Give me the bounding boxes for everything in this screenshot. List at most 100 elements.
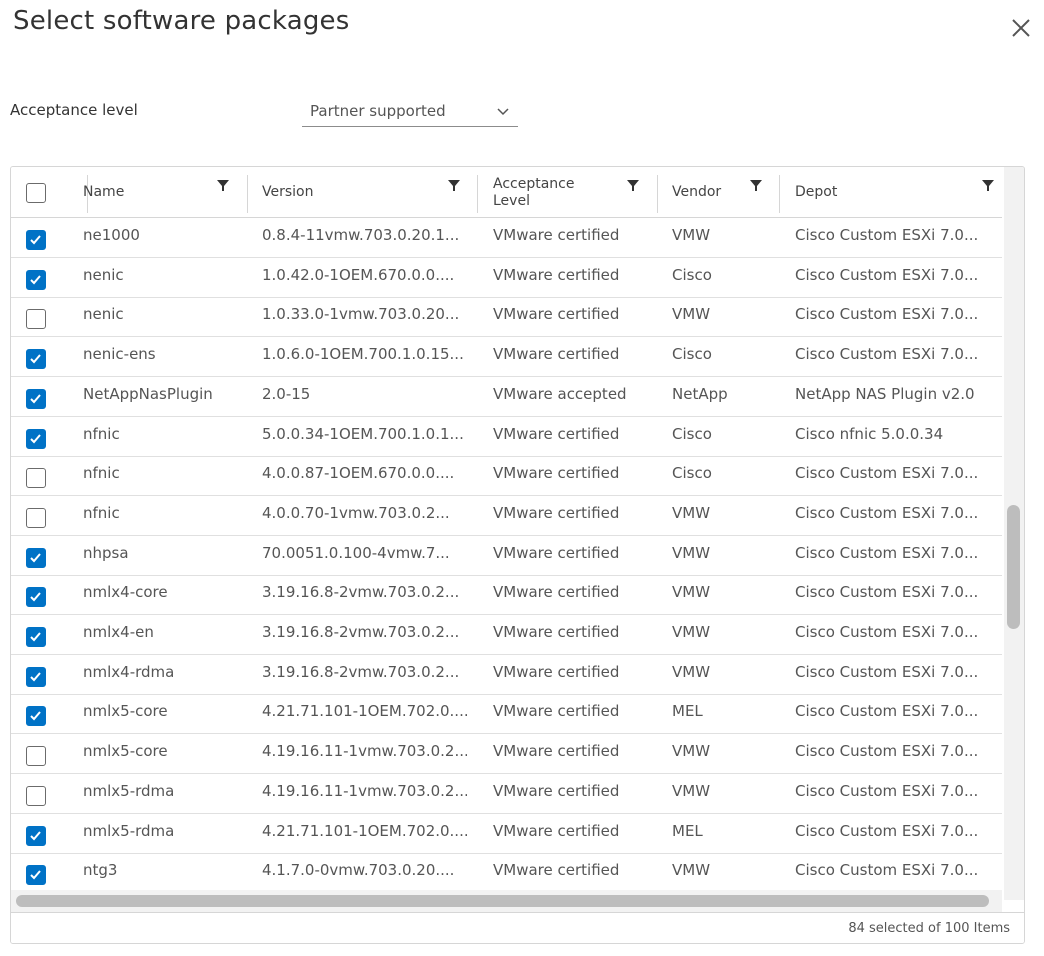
- table-row[interactable]: nenic-ens 1.0.6.0-1OEM.700.1.0.15... VMwar…: [11, 337, 1002, 378]
- row-checkbox[interactable]: [26, 706, 46, 727]
- acceptance-level-value: Partner supported: [310, 102, 446, 120]
- dialog-title: Select software packages: [13, 6, 350, 36]
- row-checkbox[interactable]: [26, 627, 46, 647]
- column-separator[interactable]: [247, 175, 248, 213]
- row-checkbox[interactable]: [26, 785, 46, 806]
- table-row[interactable]: nmlx5-rdma 4.19.16.11-1vmw.703.0.2... VMwa…: [11, 774, 1002, 814]
- cell-name: nmlx5-rdma: [83, 821, 175, 840]
- table-row[interactable]: nmlx5-rdma 4.21.71.101-1OEM.702.0.... VMwa…: [11, 814, 1002, 854]
- cell-version: 4.19.16.11-1vmw.703.0.2...: [262, 781, 467, 800]
- cell-vendor: Cisco: [672, 265, 712, 284]
- column-separator[interactable]: [779, 175, 780, 213]
- row-checkbox[interactable]: [26, 388, 46, 409]
- chevron-down-icon: [497, 108, 509, 116]
- row-checkbox[interactable]: [26, 587, 46, 608]
- column-header-version[interactable]: Version: [262, 167, 452, 217]
- row-checkbox[interactable]: [26, 547, 46, 568]
- row-checkbox[interactable]: [26, 666, 46, 687]
- cell-version: 3.19.16.8-2vmw.703.0.2...: [262, 662, 460, 681]
- cell-name: ntg3: [83, 861, 118, 880]
- column-separator[interactable]: [477, 175, 478, 213]
- column-header-name[interactable]: Name: [83, 167, 243, 217]
- cell-vendor: VMW: [672, 503, 711, 522]
- cell-acceptance: VMware certified: [493, 742, 620, 761]
- row-checkbox[interactable]: [26, 507, 46, 528]
- acceptance-level-label: Acceptance level: [10, 101, 138, 119]
- select-all-checkbox[interactable]: [26, 183, 46, 203]
- acceptance-level-select[interactable]: Partner supported: [302, 96, 518, 127]
- cell-version: 1.0.6.0-1OEM.700.1.0.15...: [262, 345, 464, 364]
- table-row[interactable]: nmlx4-rdma 3.19.16.8-2vmw.703.0.2... VMwar…: [11, 655, 1002, 695]
- filter-icon[interactable]: [750, 180, 762, 192]
- cell-version: 3.19.16.8-2vmw.703.0.2...: [262, 583, 460, 602]
- row-checkbox[interactable]: [26, 428, 46, 449]
- packages-datagrid: Name Version Acceptance Level Vendor Dep…: [10, 166, 1025, 944]
- row-checkbox[interactable]: [26, 468, 46, 489]
- table-row[interactable]: nhpsa 70.0051.0.100-4vmw.7... VMware certi…: [11, 536, 1002, 576]
- checkmark-icon: [30, 592, 41, 602]
- cell-name: nmlx5-core: [83, 702, 168, 721]
- table-row[interactable]: nfnic 4.0.0.87-1OEM.670.0.0.... VMware cer…: [11, 456, 1002, 497]
- row-checkbox[interactable]: [26, 269, 46, 290]
- table-row[interactable]: nenic 1.0.42.0-1OEM.670.0.0.... VMware cer…: [11, 258, 1002, 298]
- column-header-depot[interactable]: Depot: [795, 167, 975, 217]
- column-separator[interactable]: [657, 175, 658, 213]
- cell-vendor: Cisco: [672, 345, 712, 364]
- cell-depot: Cisco Custom ESXi 7.0...: [795, 742, 979, 761]
- vertical-scrollbar[interactable]: [1004, 167, 1024, 900]
- cell-acceptance: VMware certified: [493, 662, 620, 681]
- row-checkbox[interactable]: [26, 309, 46, 330]
- checkmark-icon: [30, 354, 41, 364]
- cell-vendor: VMW: [672, 861, 711, 880]
- table-row[interactable]: nfnic 5.0.0.34-1OEM.700.1.0.1... VMware ce…: [11, 417, 1002, 457]
- filter-icon[interactable]: [982, 180, 994, 192]
- cell-name: nmlx4-rdma: [83, 662, 175, 681]
- table-row[interactable]: ne1000 0.8.4-11vmw.703.0.20.1... VMware ce…: [11, 218, 1002, 258]
- close-icon[interactable]: [1007, 14, 1035, 42]
- cell-vendor: VMW: [672, 662, 711, 681]
- row-checkbox[interactable]: [26, 230, 46, 250]
- cell-depot: Cisco Custom ESXi 7.0...: [795, 503, 979, 522]
- column-header-vendor[interactable]: Vendor: [672, 167, 762, 217]
- cell-vendor: MEL: [672, 821, 703, 840]
- table-row[interactable]: nmlx4-en 3.19.16.8-2vmw.703.0.2... VMware …: [11, 615, 1002, 655]
- vertical-scrollbar-thumb[interactable]: [1007, 505, 1020, 629]
- cell-name: nenic-ens: [83, 345, 156, 364]
- filter-icon[interactable]: [448, 180, 460, 192]
- table-row[interactable]: ntg3 4.1.7.0-0vmw.703.0.20.... VMware cert…: [11, 853, 1002, 894]
- cell-version: 1.0.42.0-1OEM.670.0.0....: [262, 265, 455, 284]
- cell-depot: NetApp NAS Plugin v2.0: [795, 384, 975, 403]
- checkmark-icon: [30, 830, 41, 840]
- row-checkbox[interactable]: [26, 746, 46, 767]
- column-header-label: Name: [83, 184, 125, 200]
- cell-depot: Cisco Custom ESXi 7.0...: [795, 543, 979, 562]
- row-checkbox[interactable]: [26, 825, 46, 846]
- table-row[interactable]: nmlx5-core 4.19.16.11-1vmw.703.0.2... VMwa…: [11, 734, 1002, 775]
- horizontal-scrollbar[interactable]: [11, 890, 1002, 912]
- cell-acceptance: VMware certified: [493, 424, 620, 443]
- table-row[interactable]: nenic 1.0.33.0-1vmw.703.0.20... VMware cer…: [11, 297, 1002, 338]
- filter-icon[interactable]: [217, 180, 229, 192]
- cell-version: 4.1.7.0-0vmw.703.0.20....: [262, 861, 455, 880]
- cell-acceptance: VMware certified: [493, 226, 620, 244]
- cell-version: 4.21.71.101-1OEM.702.0....: [262, 702, 467, 721]
- checkmark-icon: [30, 433, 41, 443]
- table-row[interactable]: nfnic 4.0.0.70-1vmw.703.0.2... VMware cert…: [11, 496, 1002, 536]
- table-row[interactable]: nmlx4-core 3.19.16.8-2vmw.703.0.2... VMwar…: [11, 575, 1002, 616]
- cell-acceptance: VMware accepted: [493, 384, 627, 403]
- table-row[interactable]: nmlx5-core 4.21.71.101-1OEM.702.0.... VMwa…: [11, 694, 1002, 735]
- filter-icon[interactable]: [627, 180, 639, 192]
- column-header-acceptance[interactable]: Acceptance Level: [493, 167, 633, 217]
- cell-vendor: VMW: [672, 583, 711, 602]
- cell-vendor: Cisco: [672, 464, 712, 483]
- table-row[interactable]: NetAppNasPlugin 2.0-15 VMware accepted NetA…: [11, 377, 1002, 417]
- cell-name: nmlx5-rdma: [83, 781, 175, 800]
- cell-version: 4.0.0.70-1vmw.703.0.2...: [262, 503, 450, 522]
- row-checkbox[interactable]: [26, 349, 46, 370]
- checkmark-icon: [30, 632, 41, 642]
- horizontal-scrollbar-thumb[interactable]: [16, 895, 989, 907]
- cell-depot: Cisco Custom ESXi 7.0...: [795, 702, 979, 721]
- cell-version: 4.0.0.87-1OEM.670.0.0....: [262, 464, 455, 483]
- row-checkbox[interactable]: [26, 865, 46, 886]
- cell-acceptance: VMware certified: [493, 623, 620, 641]
